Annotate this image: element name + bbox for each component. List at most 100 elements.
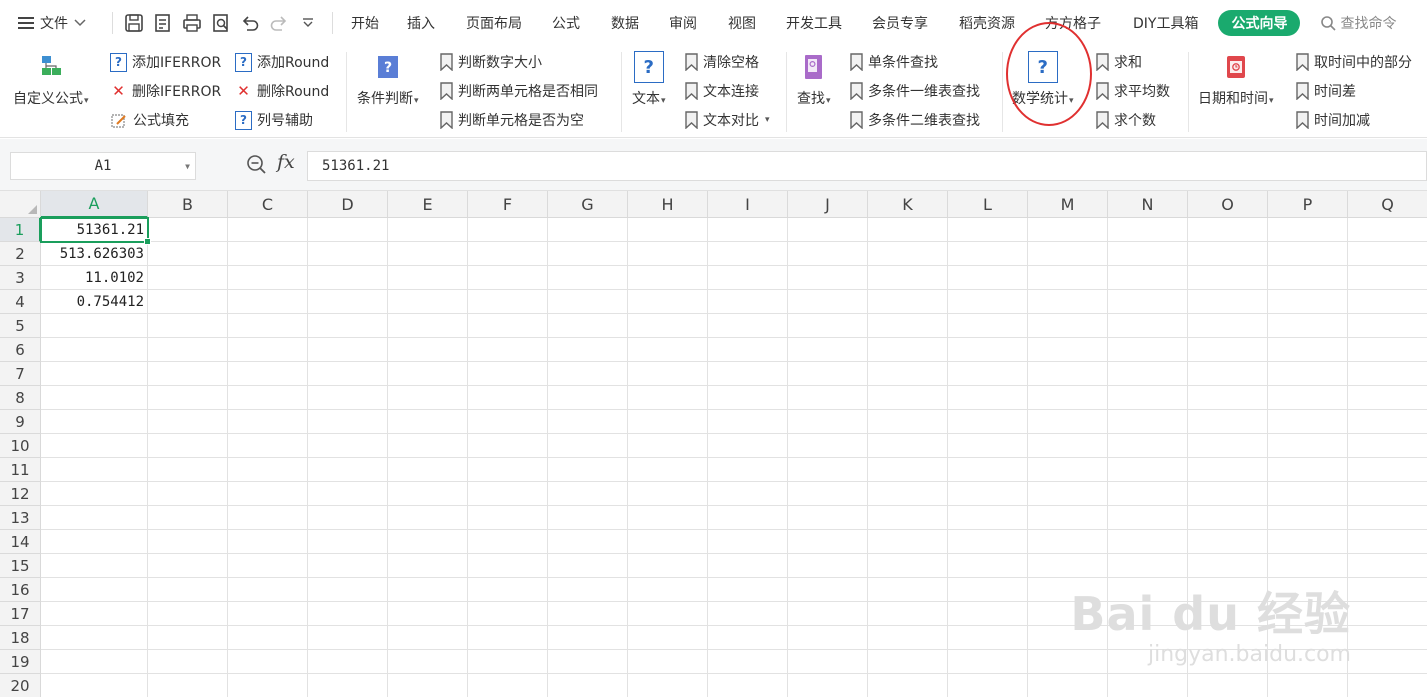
- tab-home[interactable]: 开始: [351, 8, 379, 38]
- delete-round-button[interactable]: ✕ 删除Round: [235, 81, 329, 101]
- lookup-button[interactable]: 查找▾: [797, 52, 831, 108]
- column-header-l[interactable]: L: [948, 191, 1028, 218]
- name-box[interactable]: A1 ▼: [10, 152, 196, 180]
- row-header-4[interactable]: 4: [0, 290, 41, 314]
- column-header-d[interactable]: D: [308, 191, 388, 218]
- single-lookup-button[interactable]: 单条件查找: [850, 52, 938, 72]
- text-join-button[interactable]: 文本连接: [685, 81, 759, 101]
- row-header-5[interactable]: 5: [0, 314, 41, 338]
- select-all-corner[interactable]: [0, 191, 41, 218]
- row-header-1[interactable]: 1: [0, 218, 41, 242]
- row-header-20[interactable]: 20: [0, 674, 41, 697]
- fx-icon[interactable]: fx: [277, 151, 295, 173]
- row-header-19[interactable]: 19: [0, 650, 41, 674]
- text-compare-button[interactable]: 文本对比 ▾: [685, 110, 770, 130]
- tab-review[interactable]: 审阅: [669, 8, 697, 38]
- row-header-18[interactable]: 18: [0, 626, 41, 650]
- time-diff-button[interactable]: 时间差: [1296, 81, 1356, 101]
- name-box-value: A1: [94, 158, 112, 174]
- judge-empty-button[interactable]: 判断单元格是否为空: [440, 110, 584, 130]
- row-header-14[interactable]: 14: [0, 530, 41, 554]
- column-header-k[interactable]: K: [868, 191, 948, 218]
- formula-fill-button[interactable]: 公式填充: [110, 110, 189, 130]
- column-header-a[interactable]: A: [41, 191, 148, 218]
- formula-input[interactable]: 51361.21: [307, 151, 1427, 181]
- chevron-down-icon[interactable]: ▼: [185, 162, 190, 171]
- datetime-button[interactable]: 日期和时间▾: [1198, 52, 1274, 108]
- row-header-13[interactable]: 13: [0, 506, 41, 530]
- row-header-12[interactable]: 12: [0, 482, 41, 506]
- row-header-11[interactable]: 11: [0, 458, 41, 482]
- condition-judge-button[interactable]: ? 条件判断▾: [357, 52, 419, 108]
- judge-size-button[interactable]: 判断数字大小: [440, 52, 542, 72]
- column-header-n[interactable]: N: [1108, 191, 1188, 218]
- column-header-q[interactable]: Q: [1348, 191, 1427, 218]
- time-part-button[interactable]: 取时间中的部分: [1296, 52, 1412, 72]
- cell-a2[interactable]: 513.626303: [41, 242, 148, 266]
- row-header-9[interactable]: 9: [0, 410, 41, 434]
- tab-page-layout[interactable]: 页面布局: [466, 8, 522, 38]
- multi-2d-lookup-button[interactable]: 多条件二维表查找: [850, 110, 980, 130]
- spreadsheet-grid[interactable]: ABCDEFGHIJKLMNOPQ 1 2 3 4 5 6 7 8 9 10 11 12 13 14 15 1…: [0, 191, 1427, 697]
- column-header-c[interactable]: C: [228, 191, 308, 218]
- row-header-17[interactable]: 17: [0, 602, 41, 626]
- tab-diy-toolbox[interactable]: DIY工具箱: [1133, 8, 1198, 38]
- print-preview-icon[interactable]: [208, 10, 234, 36]
- count-button[interactable]: 求个数: [1096, 110, 1156, 130]
- row-header-7[interactable]: 7: [0, 362, 41, 386]
- row-header-6[interactable]: 6: [0, 338, 41, 362]
- export-pdf-icon[interactable]: [150, 10, 176, 36]
- delete-iferror-button[interactable]: ✕ 删除IFERROR: [110, 81, 221, 101]
- column-header-o[interactable]: O: [1188, 191, 1268, 218]
- column-header-b[interactable]: B: [148, 191, 228, 218]
- tab-formula-wizard[interactable]: 公式向导: [1218, 10, 1301, 36]
- undo-icon[interactable]: [237, 10, 263, 36]
- redo-icon[interactable]: [266, 10, 292, 36]
- row-header-16[interactable]: 16: [0, 578, 41, 602]
- cell-a3[interactable]: 11.0102: [41, 266, 148, 290]
- custom-formula-button[interactable]: 自定义公式▾: [13, 52, 89, 108]
- column-header-p[interactable]: P: [1268, 191, 1348, 218]
- tab-view[interactable]: 视图: [728, 8, 756, 38]
- judge-same-button[interactable]: 判断两单元格是否相同: [440, 81, 598, 101]
- tab-developer[interactable]: 开发工具: [786, 8, 842, 38]
- row-header-8[interactable]: 8: [0, 386, 41, 410]
- row-header-15[interactable]: 15: [0, 554, 41, 578]
- column-header-m[interactable]: M: [1028, 191, 1108, 218]
- column-assist-button[interactable]: ? 列号辅助: [235, 110, 313, 130]
- tab-ffcell[interactable]: 方方格子: [1045, 8, 1101, 38]
- print-icon[interactable]: [179, 10, 205, 36]
- tab-insert[interactable]: 插入: [407, 8, 435, 38]
- text-button[interactable]: ? 文本▾: [632, 51, 666, 108]
- clear-space-button[interactable]: 清除空格: [685, 52, 759, 72]
- average-button[interactable]: 求平均数: [1096, 81, 1170, 101]
- column-header-g[interactable]: G: [548, 191, 628, 218]
- search-command[interactable]: 查找命令: [1320, 13, 1396, 33]
- row-header-2[interactable]: 2: [0, 242, 41, 266]
- time-add-button[interactable]: 时间加减: [1296, 110, 1370, 130]
- tab-formulas[interactable]: 公式: [552, 8, 580, 38]
- tab-docer[interactable]: 稻壳资源: [959, 8, 1015, 38]
- file-menu[interactable]: 文件: [0, 13, 104, 33]
- multi-1d-lookup-button[interactable]: 多条件一维表查找: [850, 81, 980, 101]
- average-label: 求平均数: [1114, 84, 1170, 100]
- row-header-10[interactable]: 10: [0, 434, 41, 458]
- cell-a4[interactable]: 0.754412: [41, 290, 148, 314]
- save-icon[interactable]: [121, 10, 147, 36]
- add-round-button[interactable]: ? 添加Round: [235, 52, 329, 72]
- zoom-icon[interactable]: [246, 154, 268, 176]
- column-header-f[interactable]: F: [468, 191, 548, 218]
- add-iferror-button[interactable]: ? 添加IFERROR: [110, 52, 221, 72]
- tab-member[interactable]: 会员专享: [872, 8, 928, 38]
- column-header-j[interactable]: J: [788, 191, 868, 218]
- sum-button[interactable]: 求和: [1096, 52, 1142, 72]
- column-header-e[interactable]: E: [388, 191, 468, 218]
- customize-toolbar-icon[interactable]: [295, 10, 321, 36]
- column-header-h[interactable]: H: [628, 191, 708, 218]
- quick-access-toolbar: [121, 10, 324, 36]
- tab-data[interactable]: 数据: [611, 8, 639, 38]
- column-header-i[interactable]: I: [708, 191, 788, 218]
- row-header-3[interactable]: 3: [0, 266, 41, 290]
- math-stat-button[interactable]: ? 数学统计▾: [1012, 51, 1074, 108]
- judge-size-label: 判断数字大小: [458, 55, 542, 71]
